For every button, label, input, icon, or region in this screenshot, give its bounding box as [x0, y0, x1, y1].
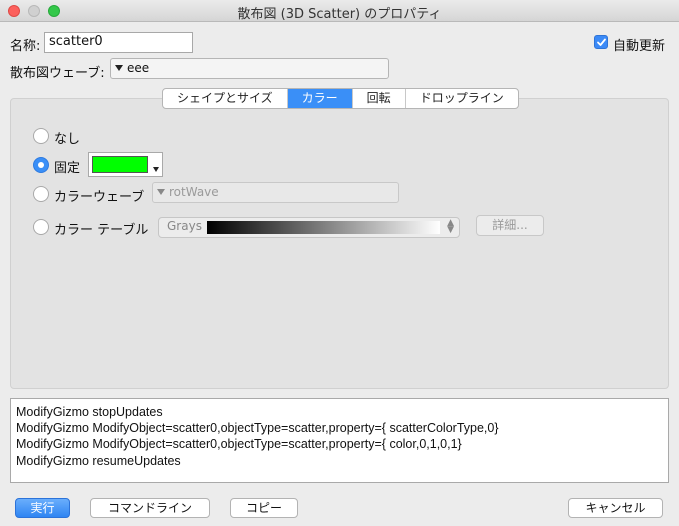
radio-color-table[interactable] [33, 219, 49, 235]
command-history[interactable]: ModifyGizmo stopUpdates ModifyGizmo Modi… [10, 398, 669, 483]
fixed-color-picker[interactable] [88, 152, 163, 177]
color-table-value: Grays [167, 219, 202, 233]
radio-color-table-label: カラー テーブル [54, 223, 149, 238]
popup-arrow-icon [153, 167, 159, 172]
command-line: ModifyGizmo stopUpdates [16, 405, 163, 419]
auto-update-checkbox[interactable] [594, 35, 608, 49]
color-table-gradient [207, 221, 440, 234]
properties-window: 散布図 (3D Scatter) のプロパティ 名称: scatter0 自動更… [0, 0, 679, 526]
radio-none[interactable] [33, 128, 49, 144]
tab-panel [10, 98, 669, 389]
command-line: ModifyGizmo ModifyObject=scatter0,object… [16, 437, 462, 452]
popup-triangle-icon [157, 189, 165, 195]
color-table-popup[interactable]: Grays ▲ ▼ [158, 217, 460, 238]
command-line-button[interactable]: コマンドライン [90, 498, 210, 518]
title-bar[interactable]: 散布図 (3D Scatter) のプロパティ [0, 0, 679, 22]
command-line: ModifyGizmo ModifyObject=scatter0,object… [16, 421, 499, 436]
color-wave-value: rotWave [169, 185, 219, 199]
cancel-button[interactable]: キャンセル [568, 498, 663, 518]
scatter-wave-popup[interactable]: eee [110, 58, 389, 79]
scatter-wave-label: 散布図ウェーブ: [10, 66, 105, 81]
name-label: 名称: [10, 39, 41, 54]
radio-fixed-label: 固定 [54, 161, 81, 176]
details-button[interactable]: 詳細... [476, 215, 544, 236]
color-swatch [92, 156, 148, 173]
auto-update-label: 自動更新 [613, 39, 666, 54]
tab-droplines[interactable]: ドロップライン [406, 89, 518, 108]
tab-shape-and-size[interactable]: シェイプとサイズ [163, 89, 288, 108]
popup-triangle-icon [115, 65, 123, 71]
checkmark-icon [597, 38, 606, 46]
execute-button[interactable]: 実行 [15, 498, 70, 518]
name-input[interactable]: scatter0 [44, 32, 193, 53]
tab-rotation[interactable]: 回転 [353, 89, 406, 108]
radio-none-label: なし [54, 132, 81, 147]
stepper-arrows-icon: ▲ ▼ [447, 218, 454, 235]
radio-color-wave[interactable] [33, 186, 49, 202]
window-title: 散布図 (3D Scatter) のプロパティ [237, 7, 442, 22]
scatter-wave-value: eee [127, 61, 150, 75]
command-line: ModifyGizmo resumeUpdates [16, 453, 181, 468]
radio-fixed[interactable] [33, 157, 49, 173]
tab-color[interactable]: カラー [287, 89, 353, 108]
copy-button[interactable]: コピー [230, 498, 298, 518]
color-wave-popup[interactable]: rotWave [152, 182, 399, 203]
tab-bar: シェイプとサイズ カラー 回転 ドロップライン [162, 88, 519, 109]
radio-color-wave-label: カラーウェーブ [54, 190, 145, 205]
